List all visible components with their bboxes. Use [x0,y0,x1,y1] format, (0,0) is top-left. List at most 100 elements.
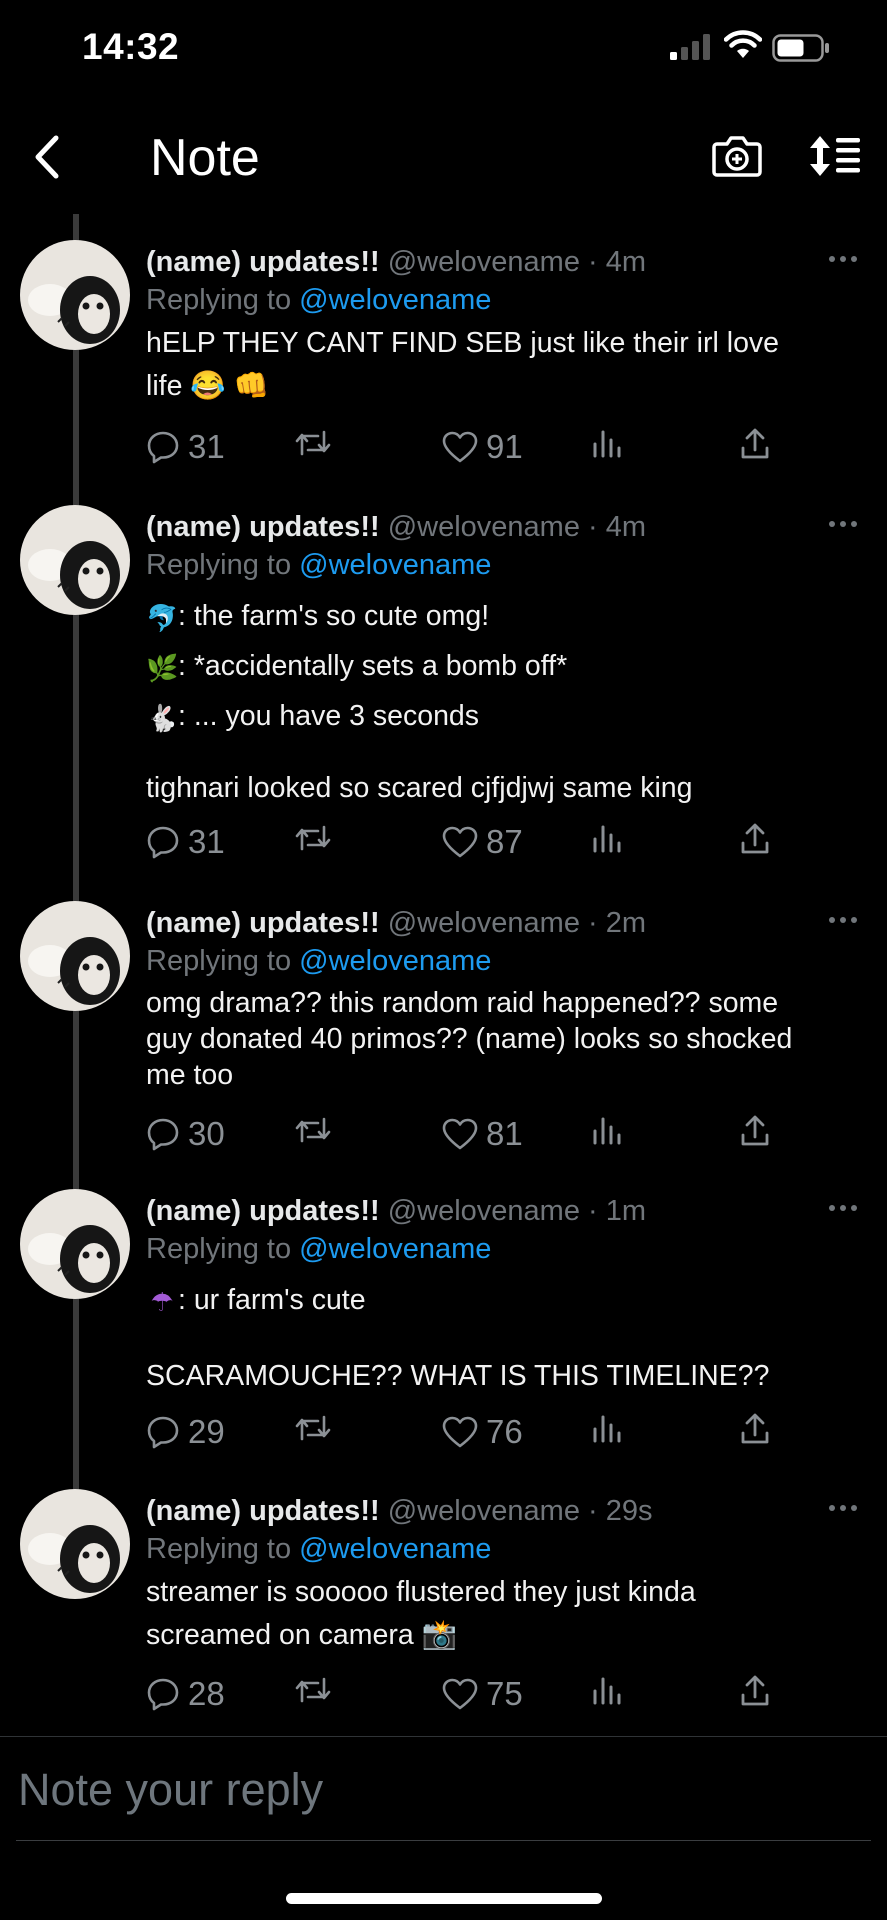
share-button[interactable] [740,1115,770,1147]
retweet-button[interactable] [294,1115,332,1145]
like-icon [442,826,478,858]
display-name[interactable]: (name) updates!! [146,246,380,278]
handle-and-time: @welovename · 4m [387,246,647,278]
retweet-icon [295,1117,331,1143]
avatar[interactable] [20,1189,130,1299]
reply-input[interactable]: Note your reply [18,1764,323,1816]
share-button[interactable] [740,1675,770,1707]
more-icon[interactable] [828,915,858,925]
like-count: 81 [486,1115,523,1152]
handle-and-time: @welovename · 2m [387,907,647,939]
views-icon [593,1415,621,1443]
avatar-image [20,240,130,350]
divider [0,1736,887,1737]
reply-input-underline [16,1840,871,1841]
avatar-image [20,505,130,615]
tweet-text: hELP THEY CANT FIND SEB just like their … [146,327,780,402]
more-icon[interactable] [828,1203,858,1213]
sort-icon[interactable] [808,134,864,178]
avatar-image [20,1189,130,1299]
leaf-emoji-icon: 🌿 [146,653,179,683]
like-icon [442,1416,478,1448]
reply-count: 31 [188,823,225,860]
share-button[interactable] [740,428,770,460]
tweet-header: (name) updates!! @welovename · 4m [146,511,646,544]
status-time: 14:32 [82,26,180,67]
like-button[interactable]: 75 [442,1675,523,1713]
reply-button[interactable]: 29 [146,1413,225,1451]
avatar-image [20,901,130,1011]
views-button[interactable] [592,1413,622,1443]
handle-and-time: @welovename · 1m [387,1195,647,1227]
home-indicator[interactable] [286,1893,602,1904]
avatar[interactable] [20,1489,130,1599]
share-button[interactable] [740,1413,770,1445]
views-button[interactable] [592,1115,622,1145]
views-icon [593,825,621,853]
mention-link[interactable]: @welovename [299,1233,491,1265]
like-button[interactable]: 81 [442,1115,523,1153]
mention-link[interactable]: @welovename [299,1533,491,1565]
display-name[interactable]: (name) updates!! [146,511,380,543]
page-title: Note [150,129,260,187]
share-icon [741,1413,769,1444]
share-icon [741,823,769,854]
reply-icon [147,1416,179,1449]
more-icon[interactable] [828,254,858,264]
display-name[interactable]: (name) updates!! [146,1195,380,1227]
tweet-actions: 30 81 [146,1115,786,1163]
replying-to: Replying to @welovename [146,1533,492,1565]
replying-to: Replying to @welovename [146,945,492,977]
like-icon [442,431,478,463]
more-icon[interactable] [828,1503,858,1513]
display-name[interactable]: (name) updates!! [146,1495,380,1527]
tweet-text: omg drama?? this random raid happened?? … [146,987,793,1091]
retweet-button[interactable] [294,428,332,458]
mention-link[interactable]: @welovename [299,284,491,316]
more-icon[interactable] [828,519,858,529]
like-button[interactable]: 87 [442,823,523,861]
share-icon [741,1675,769,1706]
tweet-header: (name) updates!! @welovename · 2m [146,907,646,940]
reply-count: 31 [188,428,225,465]
reply-button[interactable]: 31 [146,823,225,861]
reply-button[interactable]: 31 [146,428,225,466]
retweet-button[interactable] [294,1675,332,1705]
views-icon [593,1117,621,1145]
share-button[interactable] [740,823,770,855]
avatar[interactable] [20,901,130,1011]
like-count: 76 [486,1413,523,1450]
dolphin-emoji-icon: 🐬 [146,603,179,633]
views-button[interactable] [592,428,622,458]
reply-count: 30 [188,1115,225,1152]
views-button[interactable] [592,823,622,853]
handle-and-time: @welovename · 29s [387,1495,653,1527]
avatar[interactable] [20,505,130,615]
share-icon [741,1115,769,1146]
views-button[interactable] [592,1675,622,1705]
like-icon [442,1118,478,1150]
camera-icon[interactable] [712,134,762,178]
mention-link[interactable]: @welovename [299,945,491,977]
tweet-header: (name) updates!! @welovename · 4m [146,246,646,279]
retweet-icon [295,825,331,851]
tweet-actions: 28 75 [146,1675,786,1723]
tweet-actions: 31 91 [146,428,786,476]
reply-button[interactable]: 28 [146,1675,225,1713]
like-count: 75 [486,1675,523,1712]
cellular-signal-icon [670,34,710,60]
umbrella-emoji-icon: ☂ [150,1287,174,1317]
like-button[interactable]: 76 [442,1413,523,1451]
like-count: 91 [486,428,523,465]
reply-button[interactable]: 30 [146,1115,225,1153]
tweet-text: 🐬: the farm's so cute omg! 🌿: *accidenta… [146,595,866,810]
retweet-button[interactable] [294,823,332,853]
like-button[interactable]: 91 [442,428,523,466]
retweet-button[interactable] [294,1413,332,1443]
display-name[interactable]: (name) updates!! [146,907,380,939]
mention-link[interactable]: @welovename [299,549,491,581]
reply-icon [147,1678,179,1711]
battery-icon [772,34,829,62]
avatar[interactable] [20,240,130,350]
back-icon[interactable] [26,132,76,182]
